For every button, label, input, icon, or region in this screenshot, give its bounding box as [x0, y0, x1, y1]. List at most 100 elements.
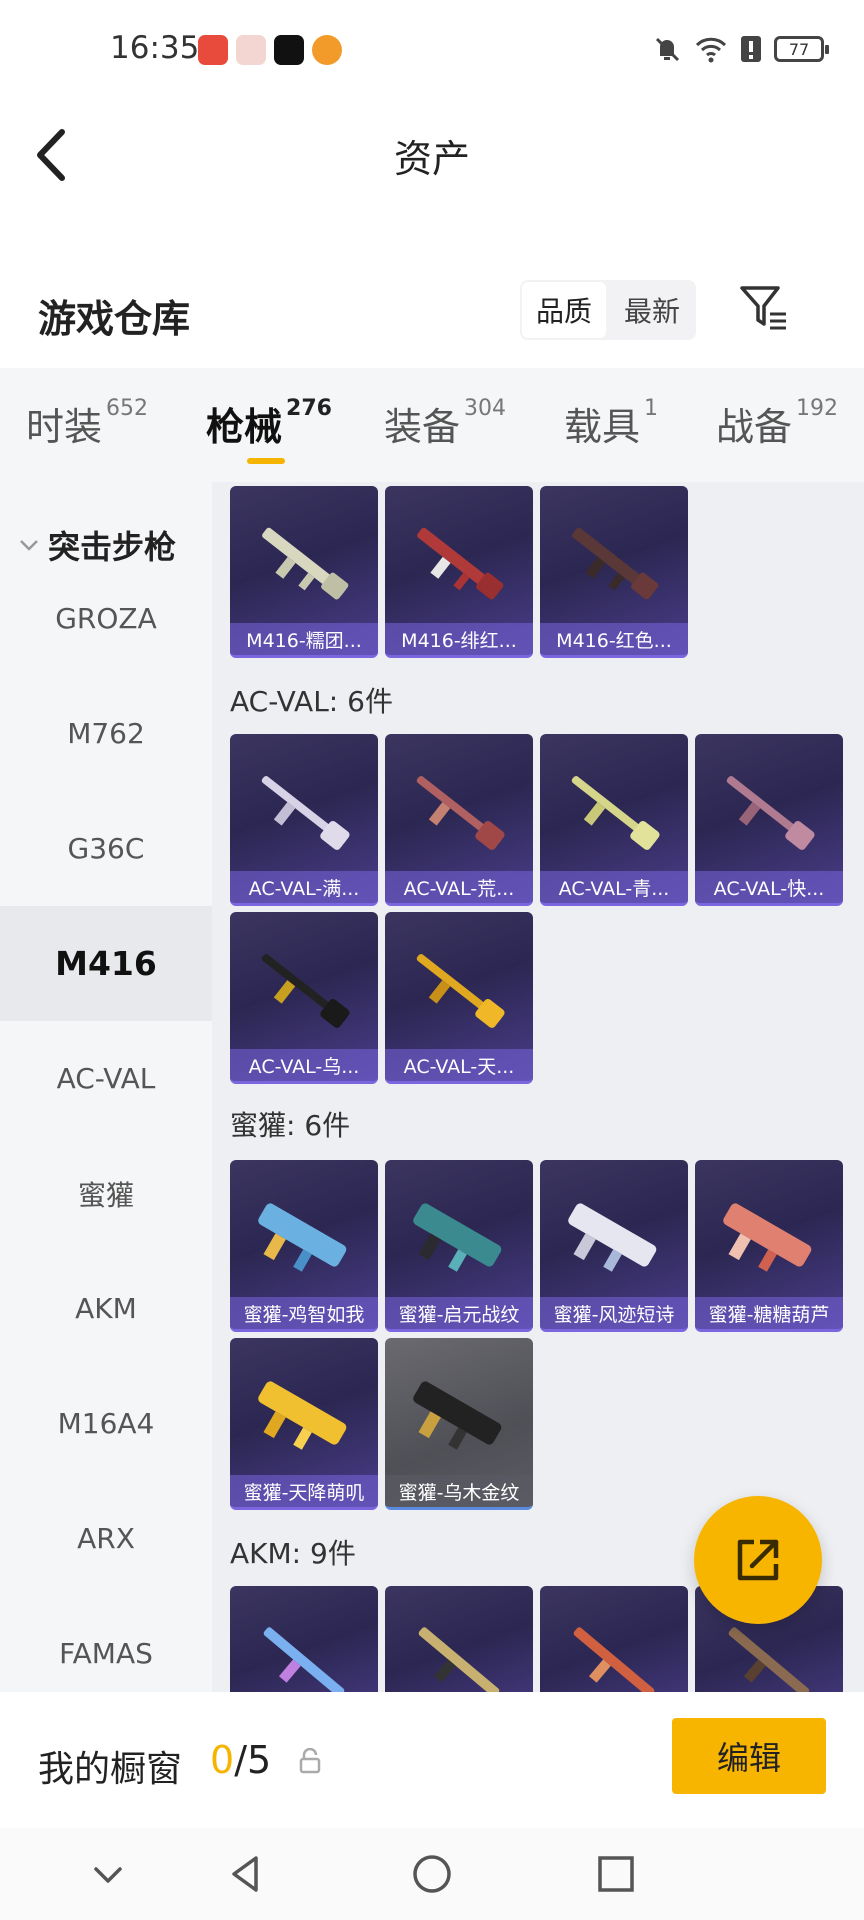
weapon-card-label: AC-VAL-快...	[695, 871, 843, 903]
section-title-ac-val: AC-VAL: 6件	[230, 685, 393, 718]
sidebar-item-g36c[interactable]: G36C	[0, 791, 212, 906]
weapon-card[interactable]: AC-VAL-快...	[695, 734, 843, 906]
tab-outfits[interactable]: 时装 652	[26, 396, 148, 451]
rifle-icon	[571, 776, 660, 850]
weapon-card[interactable]: 蜜獾-风迹短诗	[540, 1160, 688, 1332]
tab-count: 1	[644, 396, 659, 421]
smg-icon	[258, 1381, 347, 1450]
filter-icon	[740, 286, 786, 330]
weapon-card[interactable]: 蜜獾-天降萌叽	[230, 1338, 378, 1510]
sidebar-item-arx[interactable]: ARX	[0, 1481, 212, 1596]
weapon-card-label: 蜜獾-启元战纹	[385, 1297, 533, 1329]
category-tabs: 时装 652 枪械 276 装备 304 载具 1 战备 192	[0, 368, 864, 482]
page-title: 资产	[393, 137, 470, 181]
tab-count: 652	[106, 396, 149, 421]
weapon-card[interactable]: M416-红色...	[540, 486, 688, 658]
sidebar-item-groza[interactable]: GROZA	[0, 561, 212, 676]
sidebar-item-m416[interactable]: M416	[0, 906, 212, 1021]
weapon-card[interactable]	[230, 1586, 378, 1692]
active-tab-indicator	[247, 458, 285, 464]
alert-icon	[741, 36, 761, 62]
weapon-card[interactable]: AC-VAL-乌...	[230, 912, 378, 1084]
showcase-current: 0	[210, 1738, 235, 1782]
sidebar-item-m16a4[interactable]: M16A4	[0, 1366, 212, 1481]
edit-button[interactable]: 编辑	[672, 1718, 826, 1794]
weapon-card-label: 蜜獾-风迹短诗	[540, 1297, 688, 1329]
rifle-icon	[261, 776, 350, 850]
rifle-icon	[263, 1627, 345, 1692]
battery-indicator: 77	[774, 36, 829, 62]
tab-count: 192	[796, 396, 839, 421]
smg-icon	[568, 1203, 657, 1272]
weapon-card[interactable]: M416-糯团...	[230, 486, 378, 658]
weapon-card[interactable]: 蜜獾-乌木金纹	[385, 1338, 533, 1510]
weapon-card-label: AC-VAL-乌...	[230, 1049, 378, 1081]
section-title-akm: AKM: 9件	[230, 1537, 356, 1570]
nav-back-icon[interactable]	[222, 1850, 270, 1898]
tab-count: 304	[464, 396, 507, 421]
showcase-bar: 我的橱窗 0/5 编辑	[0, 1692, 864, 1828]
sort-quality-button[interactable]: 品质	[522, 282, 607, 338]
weapon-card[interactable]: AC-VAL-天...	[385, 912, 533, 1084]
weapon-card-label: AC-VAL-青...	[540, 871, 688, 903]
filter-button[interactable]	[738, 282, 790, 334]
tab-vehicles[interactable]: 载具 1	[564, 396, 658, 451]
rifle-icon	[728, 1627, 810, 1692]
tab-count: 276	[286, 396, 332, 421]
wifi-icon	[695, 37, 727, 63]
weapon-card-label: 蜜獾-糖糖葫芦	[695, 1297, 843, 1329]
weapon-card[interactable]: AC-VAL-青...	[540, 734, 688, 906]
weapon-card-label: 蜜獾-乌木金纹	[385, 1475, 533, 1507]
rifle-icon	[418, 1627, 500, 1692]
weapon-card-label: M416-红色...	[540, 623, 688, 655]
share-fab-button[interactable]	[694, 1496, 822, 1624]
sidebar-item-akm[interactable]: AKM	[0, 1251, 212, 1366]
showcase-count: 0/5	[210, 1738, 271, 1782]
weapon-card-label: M416-绯红...	[385, 623, 533, 655]
sidebar-item-m762[interactable]: M762	[0, 676, 212, 791]
tab-equipment[interactable]: 装备 304	[384, 396, 506, 451]
smg-icon	[413, 1203, 502, 1272]
weapon-card[interactable]: M416-绯红...	[385, 486, 533, 658]
tab-label: 时装	[26, 405, 103, 449]
rifle-icon	[572, 527, 659, 600]
tab-label: 战备	[716, 405, 793, 449]
rifle-icon	[726, 776, 815, 850]
status-time: 16:35	[110, 30, 200, 66]
weapon-card[interactable]: 蜜獾-鸡智如我	[230, 1160, 378, 1332]
tab-label: 枪械	[206, 405, 283, 449]
weapon-card[interactable]: AC-VAL-满...	[230, 734, 378, 906]
sidebar-item-honey-badger[interactable]: 蜜獾	[0, 1136, 212, 1251]
weapon-card[interactable]: 蜜獾-启元战纹	[385, 1160, 533, 1332]
weapon-card-label: AC-VAL-荒...	[385, 871, 533, 903]
sidebar-item-ac-val[interactable]: AC-VAL	[0, 1021, 212, 1136]
rifle-icon	[417, 527, 504, 600]
warehouse-title: 游戏仓库	[38, 297, 191, 341]
nav-home-icon[interactable]	[408, 1850, 456, 1898]
rifle-icon	[573, 1627, 655, 1692]
weapon-card[interactable]: 蜜獾-糖糖葫芦	[695, 1160, 843, 1332]
weapon-card-label: 蜜獾-鸡智如我	[230, 1297, 378, 1329]
weapon-card[interactable]: AC-VAL-荒...	[385, 734, 533, 906]
rifle-icon	[416, 954, 505, 1028]
gift-app-icon	[236, 35, 266, 65]
game-app-icon	[312, 35, 342, 65]
chevron-down-icon[interactable]	[84, 1850, 132, 1898]
lock-icon	[299, 1748, 321, 1774]
sort-newest-button[interactable]: 最新	[610, 282, 694, 338]
rifle-icon	[261, 954, 350, 1028]
mute-bell-icon	[655, 37, 680, 62]
tab-firearms[interactable]: 枪械 276	[206, 396, 332, 451]
weapon-card[interactable]	[540, 1586, 688, 1692]
showcase-label: 我的橱窗	[38, 1749, 183, 1790]
nav-recents-icon[interactable]	[592, 1850, 640, 1898]
tab-supplies[interactable]: 战备 192	[716, 396, 838, 451]
system-nav-bar	[0, 1828, 864, 1920]
weapon-card[interactable]	[385, 1586, 533, 1692]
status-app-icons	[198, 35, 342, 65]
sidebar-item-famas[interactable]: FAMAS	[0, 1596, 212, 1692]
sort-toggle: 品质 最新	[520, 280, 697, 340]
weapon-sidebar: 突击步枪 GROZA M762 G36C M416 AC-VAL 蜜獾 AKM …	[0, 482, 212, 1692]
chevron-down-icon	[20, 540, 38, 551]
share-external-icon	[737, 1539, 779, 1581]
